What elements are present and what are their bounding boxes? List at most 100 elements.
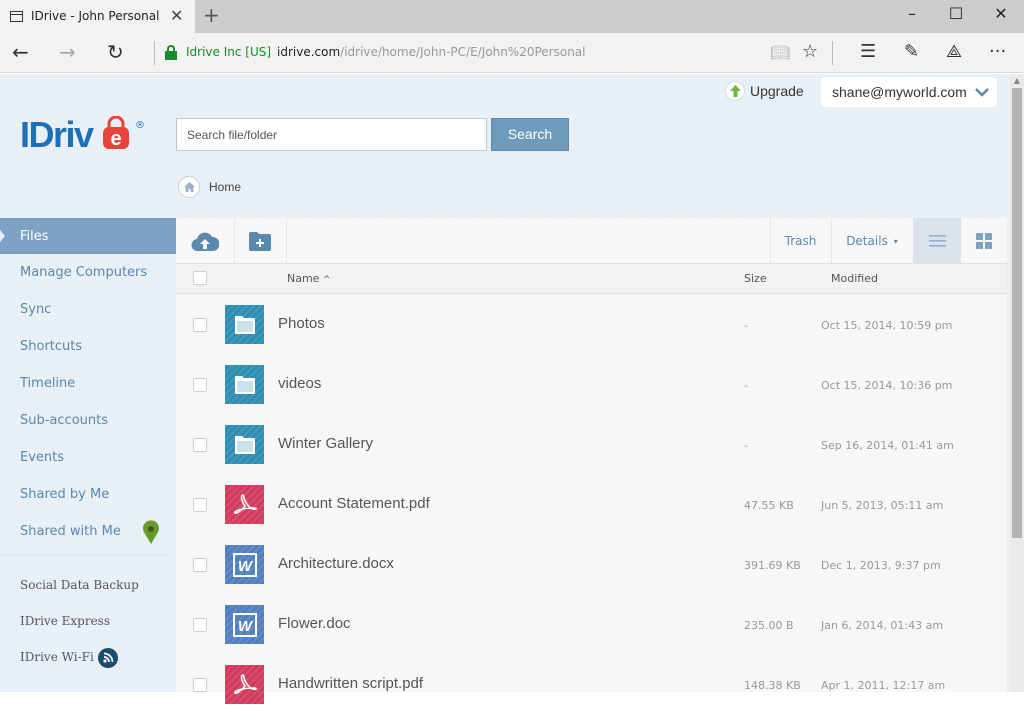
- row-checkbox[interactable]: [193, 498, 207, 512]
- file-panel: Trash Details ▾ Name ^ Size Modified Pho…: [176, 218, 1007, 704]
- scroll-up-icon[interactable]: ▲: [1010, 74, 1024, 88]
- maximize-icon[interactable]: ☐: [941, 4, 971, 23]
- search-input[interactable]: [176, 118, 487, 151]
- sidebar-item-timeline[interactable]: Timeline: [0, 365, 176, 402]
- sidebar-item-label: Sync: [20, 302, 52, 317]
- file-size: 235.00 B: [744, 619, 794, 632]
- file-name[interactable]: Handwritten script.pdf: [278, 675, 423, 692]
- new-folder-button[interactable]: [234, 218, 286, 264]
- forward-icon[interactable]: →: [59, 40, 76, 64]
- upgrade-link[interactable]: Upgrade: [725, 81, 804, 101]
- table-row[interactable]: Photos - Oct 15, 2014, 10:59 pm: [176, 295, 1007, 355]
- sidebar-item-shared-with-me[interactable]: Shared with Me: [0, 513, 176, 550]
- account-dropdown[interactable]: shane@myworld.com: [821, 77, 997, 107]
- certificate-label[interactable]: Idrive Inc [US]: [186, 45, 271, 59]
- column-header-size[interactable]: Size: [744, 272, 767, 285]
- sidebar-item-social-data-backup[interactable]: Social Data Backup: [0, 567, 176, 603]
- row-checkbox[interactable]: [193, 438, 207, 452]
- table-row[interactable]: Account Statement.pdf 47.55 KB Jun 5, 2013…: [176, 475, 1007, 535]
- table-row[interactable]: W Architecture.docx 391.69 KB Dec 1, 2013, …: [176, 535, 1007, 595]
- file-name[interactable]: Account Statement.pdf: [278, 495, 430, 512]
- sidebar-item-files[interactable]: Files: [0, 218, 176, 254]
- svg-text:W: W: [237, 558, 253, 575]
- breadcrumb: Home: [178, 175, 241, 199]
- folder-add-icon: [249, 231, 271, 251]
- table-row[interactable]: Handwritten script.pdf 148.38 KB Apr 1, 20…: [176, 655, 1007, 715]
- file-modified: Apr 1, 2011, 12:17 am: [821, 679, 946, 692]
- file-name[interactable]: Photos: [278, 315, 325, 332]
- row-checkbox[interactable]: [193, 558, 207, 572]
- details-dropdown[interactable]: Details ▾: [831, 218, 913, 264]
- sidebar-item-idrive-express[interactable]: IDrive Express: [0, 603, 176, 639]
- registered-mark: ®: [135, 120, 145, 131]
- file-name[interactable]: Flower.doc: [278, 615, 351, 632]
- hub-icon[interactable]: ☰: [860, 41, 876, 62]
- sidebar-item-sub-accounts[interactable]: Sub-accounts: [0, 402, 176, 439]
- sidebar-item-sync[interactable]: Sync: [0, 291, 176, 328]
- row-checkbox[interactable]: [193, 318, 207, 332]
- map-pin-icon: [143, 520, 159, 544]
- minimize-icon[interactable]: –: [897, 4, 927, 23]
- favorite-star-icon[interactable]: ☆: [802, 41, 818, 62]
- row-checkbox[interactable]: [193, 378, 207, 392]
- column-header-modified[interactable]: Modified: [831, 272, 878, 285]
- folder-icon: [225, 365, 264, 404]
- lock-icon[interactable]: [165, 45, 177, 60]
- sidebar-item-shared-by-me[interactable]: Shared by Me: [0, 476, 176, 513]
- search-button[interactable]: Search: [491, 118, 569, 151]
- file-name[interactable]: Architecture.docx: [278, 555, 394, 572]
- breadcrumb-home[interactable]: Home: [209, 180, 241, 194]
- file-name[interactable]: videos: [278, 375, 321, 392]
- table-row[interactable]: Winter Gallery - Sep 16, 2014, 01:41 am: [176, 415, 1007, 475]
- back-icon[interactable]: ←: [12, 40, 29, 64]
- sidebar-divider: [0, 554, 168, 555]
- table-row[interactable]: W Flower.doc 235.00 B Jan 6, 2014, 01:43 am: [176, 595, 1007, 655]
- table-row[interactable]: videos - Oct 15, 2014, 10:36 pm: [176, 355, 1007, 415]
- column-name-label: Name: [287, 272, 320, 285]
- close-tab-icon[interactable]: ✕: [170, 6, 183, 25]
- grid-view-icon: [976, 233, 992, 249]
- row-checkbox[interactable]: [193, 618, 207, 632]
- sidebar-item-label: Shared with Me: [20, 524, 121, 539]
- folder-icon: [225, 305, 264, 344]
- sidebar-item-label: Events: [20, 450, 65, 465]
- page-scrollbar[interactable]: ▲: [1010, 74, 1024, 692]
- sidebar-item-label: Timeline: [20, 376, 76, 391]
- url-field[interactable]: idrive.com/idrive/home/John-PC/E/John%20…: [277, 45, 586, 59]
- sidebar-item-label: Shared by Me: [20, 487, 110, 502]
- folder-icon: [225, 425, 264, 464]
- list-view-icon: [928, 235, 946, 247]
- sort-ascending-icon: ^: [322, 275, 331, 285]
- browser-tab[interactable]: IDrive - John Personal ✕: [0, 0, 195, 33]
- share-icon[interactable]: ⟁: [946, 41, 962, 62]
- upload-button[interactable]: [176, 218, 234, 264]
- sidebar-item-idrive-wifi[interactable]: IDrive Wi-Fi: [0, 639, 176, 675]
- trash-button[interactable]: Trash: [770, 218, 831, 264]
- file-modified: Jun 5, 2013, 05:11 am: [821, 499, 944, 512]
- new-tab-icon[interactable]: +: [203, 3, 220, 27]
- column-header-name[interactable]: Name ^: [287, 272, 331, 285]
- sidebar-item-manage-computers[interactable]: Manage Computers: [0, 254, 176, 291]
- web-note-icon[interactable]: ✎: [904, 41, 919, 62]
- more-icon[interactable]: ···: [989, 41, 1006, 62]
- reading-view-icon[interactable]: 📖︎: [770, 43, 790, 62]
- cloud-upload-icon: [191, 232, 219, 251]
- grid-view-button[interactable]: [961, 218, 1007, 264]
- list-view-button[interactable]: [913, 218, 961, 264]
- trash-label: Trash: [784, 234, 817, 248]
- nav-separator: [154, 41, 155, 65]
- sidebar-item-label: Manage Computers: [20, 265, 148, 280]
- sidebar-item-shortcuts[interactable]: Shortcuts: [0, 328, 176, 365]
- sidebar-item-events[interactable]: Events: [0, 439, 176, 476]
- refresh-icon[interactable]: ↻: [107, 40, 124, 64]
- home-icon[interactable]: [178, 176, 200, 198]
- file-name[interactable]: Winter Gallery: [278, 435, 373, 452]
- close-window-icon[interactable]: ✕: [986, 4, 1016, 23]
- logo-lock-e-icon: e: [103, 116, 129, 150]
- idrive-logo[interactable]: IDriv e ®: [20, 108, 150, 158]
- select-all-checkbox[interactable]: [193, 271, 207, 285]
- word-doc-icon: W: [225, 605, 264, 644]
- row-checkbox[interactable]: [193, 678, 207, 692]
- scroll-thumb[interactable]: [1012, 88, 1022, 538]
- details-label: Details: [846, 234, 888, 248]
